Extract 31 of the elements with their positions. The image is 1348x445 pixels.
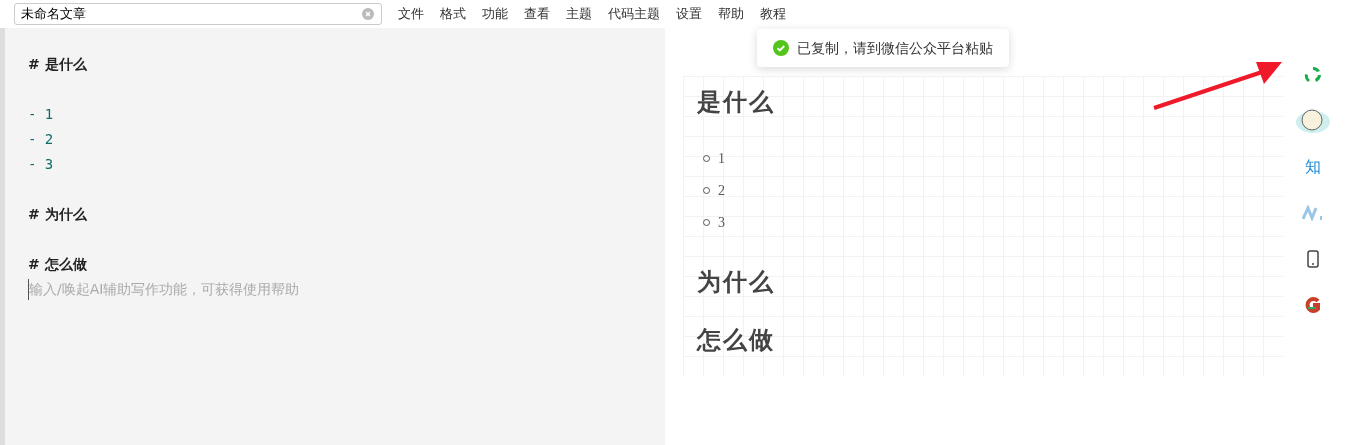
list-item-text: 1 [718, 149, 725, 168]
menu-item[interactable]: 设置 [668, 4, 710, 24]
menu-item[interactable]: 代码主题 [600, 4, 668, 24]
heading-line: # 是什么 [28, 55, 88, 74]
title-field[interactable]: 未命名文章 [14, 3, 382, 25]
zhihu-button[interactable]: 知 [1305, 144, 1321, 190]
menu-item[interactable]: 主题 [558, 4, 600, 24]
menu-item[interactable]: 文件 [390, 4, 432, 24]
letter-logo-icon[interactable] [1305, 297, 1321, 313]
editor-input[interactable]: 输入/唤起AI辅助写作功能，可获得使用帮助 [28, 279, 448, 300]
menu-item[interactable]: 教程 [752, 4, 794, 24]
list-item-text: 3 [718, 213, 725, 232]
clear-icon[interactable] [362, 8, 374, 20]
toast-text: 已复制，请到微信公众平台粘贴 [797, 38, 993, 58]
list-item-text: 2 [718, 181, 725, 200]
avatar-icon[interactable] [1295, 106, 1331, 136]
list-line: - 2 [28, 130, 55, 149]
preview-heading: 是什么 [697, 87, 776, 118]
menu-item[interactable]: 帮助 [710, 4, 752, 24]
preview-heading: 为什么 [697, 267, 776, 298]
list-line: - 1 [28, 105, 55, 124]
recycle-icon[interactable] [1303, 65, 1323, 85]
menu-item[interactable]: 查看 [516, 4, 558, 24]
heading-line: # 怎么做 [28, 255, 88, 274]
phone-icon[interactable] [1307, 250, 1319, 268]
menu-item[interactable]: 格式 [432, 4, 474, 24]
heading-line: # 为什么 [28, 205, 88, 224]
preview-heading: 怎么做 [697, 325, 776, 356]
menu-item[interactable]: 功能 [474, 4, 516, 24]
list-line: - 3 [28, 155, 55, 174]
check-icon [773, 40, 789, 56]
